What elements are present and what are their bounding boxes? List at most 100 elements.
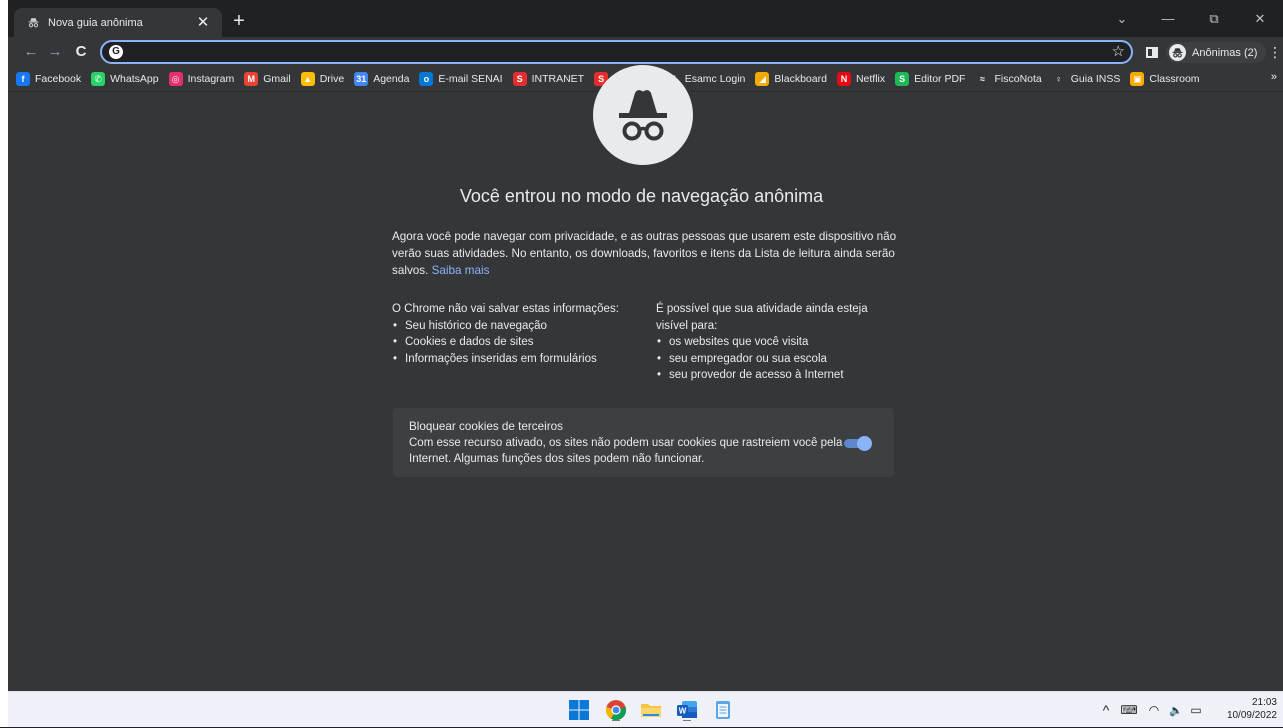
bookmark-instagram[interactable]: ◎ Instagram bbox=[168, 72, 234, 86]
windows-taskbar: W ^ ⌨ ◠ 🔈 ▭ 21:03 10/09/2022 bbox=[0, 691, 1283, 727]
visible-list: os websites que você visitaseu empregado… bbox=[656, 334, 901, 384]
intro-paragraph: Agora você pode navegar com privacidade,… bbox=[392, 228, 912, 279]
clock[interactable]: 21:03 10/09/2022 bbox=[1227, 696, 1277, 722]
battery-icon[interactable]: ▭ bbox=[1186, 703, 1206, 717]
word-icon[interactable]: W bbox=[676, 699, 698, 722]
bookmark-e-mail-senai[interactable]: o E-mail SENAI bbox=[419, 72, 503, 86]
bookmark-label: Drive bbox=[319, 73, 345, 85]
bookmark-label: FiscoNota bbox=[994, 73, 1042, 85]
bookmark-drive[interactable]: ▲ Drive bbox=[300, 72, 345, 86]
bookmark-label: INTRANET bbox=[531, 73, 585, 85]
list-item: os websites que você visita bbox=[656, 334, 901, 351]
cookie-card-description: Com esse recurso ativado, os sites não p… bbox=[409, 437, 843, 465]
third-party-cookies-card: Bloquear cookies de terceiros Com esse r… bbox=[393, 408, 894, 477]
bookmark-label: Guia INSS bbox=[1070, 73, 1121, 85]
chrome-icon[interactable] bbox=[605, 699, 627, 722]
forward-button[interactable]: → bbox=[44, 41, 66, 63]
incognito-profile-button[interactable]: Anônimas (2) bbox=[1166, 42, 1267, 63]
incognito-page bbox=[8, 92, 1283, 691]
volume-muted-icon[interactable]: 🔈 bbox=[1166, 704, 1186, 717]
block-cookies-toggle[interactable] bbox=[844, 436, 872, 451]
instagram-icon: ◎ bbox=[168, 72, 183, 86]
address-bar[interactable]: G ☆ bbox=[100, 40, 1133, 64]
bookmark-label: Editor PDF bbox=[914, 73, 966, 85]
bookmark-label: Gmail bbox=[263, 73, 291, 85]
svg-text:W: W bbox=[679, 707, 687, 716]
window-controls: ⌄ — ⧉ ✕ bbox=[1099, 0, 1283, 37]
whatsapp-icon: ✆ bbox=[91, 72, 106, 86]
tab-search-chevron-icon[interactable]: ⌄ bbox=[1099, 11, 1145, 27]
bookmark-label: WhatsApp bbox=[110, 73, 159, 85]
tab-incognito[interactable]: Nova guia anônima ✕ bbox=[14, 8, 222, 37]
pdf-editor-icon: S bbox=[895, 72, 910, 86]
bookmark-netflix[interactable]: N Netflix bbox=[836, 72, 886, 86]
bookmark-intranet[interactable]: S INTRANET bbox=[512, 72, 585, 86]
desktop-edge bbox=[0, 0, 8, 727]
list-item: seu empregador ou sua escola bbox=[656, 351, 901, 368]
notepad-icon[interactable] bbox=[712, 699, 734, 721]
system-tray: ^ ⌨ ◠ 🔈 ▭ bbox=[1096, 692, 1206, 728]
incognito-large-icon bbox=[593, 65, 693, 165]
page-title: Você entrou no modo de navegação anônima bbox=[459, 186, 824, 206]
toggle-thumb bbox=[857, 436, 872, 451]
not-saved-list: Seu histórico de navegaçãoCookies e dado… bbox=[392, 318, 647, 368]
clock-time: 21:03 bbox=[1251, 697, 1277, 708]
bookmark-label: Classroom bbox=[1149, 73, 1200, 85]
list-item: Informações inseridas em formulários bbox=[392, 351, 647, 368]
bookmark-gmail[interactable]: M Gmail bbox=[244, 72, 291, 86]
close-window-button[interactable]: ✕ bbox=[1237, 11, 1283, 27]
bookmark-blackboard[interactable]: ◢ Blackboard bbox=[755, 72, 827, 86]
list-item: Seu histórico de navegação bbox=[392, 318, 647, 335]
bookmark-agenda[interactable]: 31 Agenda bbox=[354, 72, 409, 86]
profile-label: Anônimas (2) bbox=[1192, 46, 1258, 59]
side-panel-icon[interactable] bbox=[1146, 47, 1158, 58]
reload-button[interactable]: C bbox=[70, 41, 92, 63]
incognito-avatar-icon bbox=[1169, 44, 1186, 61]
blackboard-icon: ◢ bbox=[755, 72, 770, 86]
bookmark-label: Facebook bbox=[35, 73, 82, 85]
windows-start-icon[interactable] bbox=[568, 699, 590, 721]
close-tab-icon[interactable]: ✕ bbox=[194, 14, 212, 32]
learn-more-link[interactable]: Saiba mais bbox=[432, 264, 490, 277]
fisconota-icon: ≈ bbox=[975, 72, 990, 86]
bookmark-label: Esamc Login bbox=[684, 73, 746, 85]
visible-column: É possível que sua atividade ainda estej… bbox=[656, 301, 901, 384]
netflix-icon: N bbox=[836, 72, 851, 86]
bookmark-editor-pdf[interactable]: S Editor PDF bbox=[895, 72, 965, 86]
tab-strip: Nova guia anônima ✕ + ⌄ — ⧉ ✕ bbox=[0, 0, 1283, 37]
clock-date: 10/09/2022 bbox=[1226, 710, 1277, 721]
calendar-icon: 31 bbox=[354, 72, 369, 86]
file-explorer-icon[interactable] bbox=[640, 699, 662, 721]
show-hidden-icons-icon[interactable]: ^ bbox=[1096, 702, 1116, 718]
bookmark-guia-inss[interactable]: ♀ Guia INSS bbox=[1051, 72, 1121, 86]
outlook-icon: o bbox=[419, 72, 434, 86]
bookmark-label: Netflix bbox=[855, 73, 886, 85]
drive-icon: ▲ bbox=[300, 72, 315, 86]
visible-heading: É possível que sua atividade ainda estej… bbox=[656, 303, 868, 332]
classroom-icon: ▣ bbox=[1130, 72, 1145, 86]
not-saved-heading: O Chrome não vai salvar estas informaçõe… bbox=[392, 303, 619, 315]
not-saved-column: O Chrome não vai salvar estas informaçõe… bbox=[392, 301, 647, 367]
cookie-card-title: Bloquear cookies de terceiros bbox=[409, 420, 563, 433]
more-bookmarks-icon[interactable]: » bbox=[1271, 71, 1277, 83]
gmail-icon: M bbox=[244, 72, 259, 86]
bookmark-whatsapp[interactable]: ✆ WhatsApp bbox=[91, 72, 159, 86]
inss-icon: ♀ bbox=[1051, 72, 1066, 86]
back-button[interactable]: ← bbox=[20, 41, 42, 63]
bookmark-label: Agenda bbox=[373, 73, 410, 85]
bookmark-label: Blackboard bbox=[774, 73, 827, 85]
wifi-icon[interactable]: ◠ bbox=[1142, 703, 1166, 717]
bookmark-star-icon[interactable]: ☆ bbox=[1112, 43, 1125, 61]
bookmark-facebook[interactable]: f Facebook bbox=[16, 72, 81, 86]
facebook-icon: f bbox=[16, 72, 30, 86]
toolbar: ← → C G ☆ Anônimas (2) ⋮ bbox=[0, 37, 1283, 67]
new-tab-button[interactable]: + bbox=[229, 11, 249, 32]
keyboard-icon[interactable]: ⌨ bbox=[1116, 703, 1142, 717]
restore-button[interactable]: ⧉ bbox=[1191, 11, 1237, 27]
bookmark-fisconota[interactable]: ≈ FiscoNota bbox=[975, 72, 1042, 86]
menu-icon[interactable]: ⋮ bbox=[1268, 42, 1282, 62]
bookmark-classroom[interactable]: ▣ Classroom bbox=[1130, 72, 1200, 86]
list-item: Cookies e dados de sites bbox=[392, 334, 647, 351]
minimize-button[interactable]: — bbox=[1145, 11, 1191, 26]
list-item: seu provedor de acesso à Internet bbox=[656, 367, 901, 384]
